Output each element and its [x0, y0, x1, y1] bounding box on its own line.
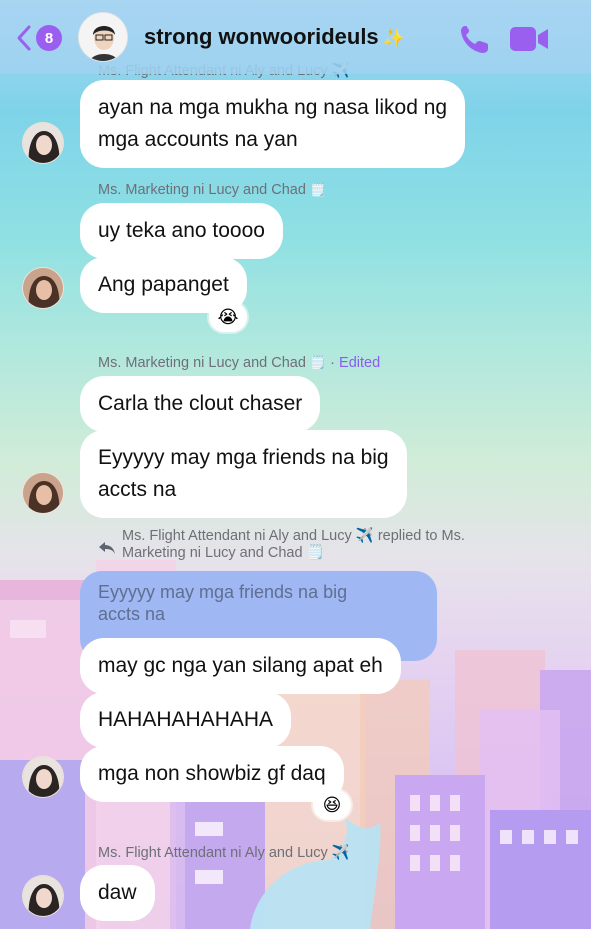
group-avatar[interactable]	[78, 12, 128, 62]
message-text: daw	[98, 881, 137, 904]
message-bubble[interactable]: ayan na mga mukha ng nasa likod ng mga a…	[80, 80, 466, 168]
sparkle-emoji: ✨	[382, 28, 406, 48]
notepad-emoji: 🗒️	[309, 355, 327, 370]
sender-name-text: Ms. Marketing ni Lucy and Chad	[98, 182, 306, 198]
sender-name: Ms. Flight Attendant ni Aly and Lucy ✈️	[98, 845, 350, 861]
unread-count-badge: 8	[36, 25, 62, 51]
quoted-text: Eyyyyy may mga friends na big	[98, 582, 348, 602]
message-bubble[interactable]: Carla the clout chaser	[80, 376, 321, 432]
sender-avatar[interactable]	[22, 756, 64, 798]
message-text: mga non showbiz gf daq	[98, 762, 326, 785]
chat-title[interactable]: strong wonwoorideuls ✨	[144, 24, 405, 50]
message-bubble[interactable]: may gc nga yan silang apat eh	[80, 638, 401, 694]
message-text: mga accounts na yan	[98, 128, 298, 151]
avatar-image	[23, 123, 63, 163]
message-text: may gc nga yan silang apat eh	[98, 654, 383, 677]
reaction-badge[interactable]: 😆	[313, 790, 351, 820]
notepad-emoji: 🗒️	[309, 182, 327, 197]
avatar-image	[23, 876, 63, 916]
message-bubble[interactable]: uy teka ano toooo	[80, 203, 283, 259]
message-text: uy teka ano toooo	[98, 219, 265, 242]
phone-icon[interactable]	[458, 22, 492, 56]
message-text: accts na	[98, 478, 177, 501]
reply-context: Ms. Flight Attendant ni Aly and Lucy ✈️ …	[98, 528, 518, 562]
chat-title-text: strong wonwoorideuls	[144, 24, 379, 49]
chat-header: 8 strong wonwoorideuls ✨	[0, 0, 591, 74]
avatar-image	[23, 473, 63, 513]
sender-name: Ms. Marketing ni Lucy and Chad 🗒️	[98, 182, 326, 198]
sender-avatar[interactable]	[22, 472, 64, 514]
message-text: ayan na mga mukha ng nasa likod ng	[98, 96, 448, 119]
back-button[interactable]: 8	[16, 22, 68, 54]
sender-avatar[interactable]	[22, 875, 64, 917]
message-bubble[interactable]: Eyyyyy may mga friends na big accts na	[80, 430, 407, 518]
message-bubble[interactable]: daw	[80, 865, 155, 921]
quoted-text: accts na	[98, 604, 166, 624]
edited-label: Edited	[339, 355, 381, 371]
video-camera-icon[interactable]	[508, 24, 550, 54]
reaction-badge[interactable]: 😭	[209, 302, 247, 332]
avatar-image	[23, 268, 63, 308]
message-bubble[interactable]: mga non showbiz gf daq	[80, 746, 344, 802]
sender-avatar[interactable]	[22, 267, 64, 309]
message-text: Ang papanget	[98, 273, 229, 296]
sender-avatar[interactable]	[22, 122, 64, 164]
chevron-left-icon	[17, 25, 31, 51]
reply-context-line: Ms. Flight Attendant ni Aly and Lucy ✈️ …	[122, 528, 465, 544]
message-text: HAHAHAHAHAHA	[98, 708, 274, 731]
sender-name: Ms. Marketing ni Lucy and Chad 🗒️ · Edit…	[98, 355, 380, 371]
message-list[interactable]: Ms. Flight Attendant ni Aly and Lucy ✈️ …	[0, 0, 591, 929]
avatar-image	[23, 757, 63, 797]
message-text: Carla the clout chaser	[98, 392, 303, 415]
message-text: Eyyyyy may mga friends na big	[98, 446, 389, 469]
reply-context-line: Marketing ni Lucy and Chad 🗒️	[122, 545, 325, 561]
separator-dot: ·	[326, 355, 340, 371]
message-bubble[interactable]: HAHAHAHAHAHA	[80, 692, 292, 748]
group-avatar-image	[79, 13, 127, 61]
sender-name-text: Ms. Marketing ni Lucy and Chad	[98, 355, 306, 371]
